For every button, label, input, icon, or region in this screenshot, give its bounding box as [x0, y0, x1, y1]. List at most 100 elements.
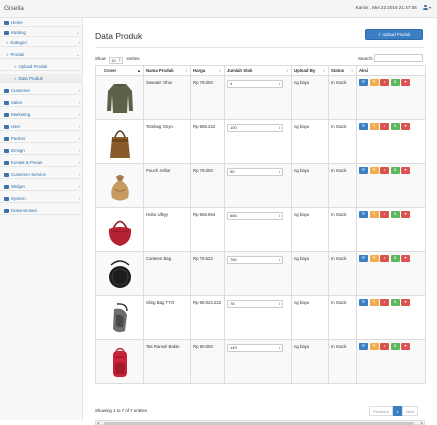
favorite-button[interactable]: ♥: [401, 211, 410, 218]
stock-input[interactable]: 149: [227, 344, 283, 352]
edit-button[interactable]: ✎: [369, 299, 379, 306]
brand-logo[interactable]: Gisella: [4, 5, 24, 12]
sidebar-item-partner[interactable]: Partner ‹: [0, 134, 83, 143]
favorite-button[interactable]: ♥: [401, 167, 410, 174]
delete-button[interactable]: ▪: [380, 79, 389, 86]
menu-icon: [4, 160, 9, 165]
sidebar-item-widget[interactable]: Widget ‹: [0, 182, 83, 191]
status-cell: In Stock: [328, 295, 357, 340]
favorite-button[interactable]: ♥: [401, 299, 410, 306]
refresh-button[interactable]: ⟳: [359, 167, 368, 174]
edit-button[interactable]: ✎: [369, 123, 379, 130]
sidebar-item-user[interactable]: User ‹: [0, 122, 83, 131]
col-label: Nama Produk: [146, 68, 174, 73]
menu-icon: [4, 112, 9, 117]
col-label: Status: [331, 68, 345, 73]
sidebar-item-label: Kontak & Pesan: [11, 160, 43, 165]
edit-button[interactable]: ✎: [369, 343, 379, 350]
sidebar-item-design[interactable]: Design ‹: [0, 146, 83, 155]
cover-cell: [95, 207, 144, 252]
entries-select[interactable]: 10: [109, 56, 124, 64]
refresh-button[interactable]: ⟳: [359, 299, 368, 306]
col-header-stock[interactable]: Jumlah Stok ⇕: [224, 65, 292, 76]
table-info: Showing 1 to 7 of 7 entries: [95, 408, 147, 413]
stock-cell: 78: [224, 295, 292, 340]
refresh-button[interactable]: ⟳: [359, 255, 368, 262]
stock-input[interactable]: 780: [227, 256, 283, 264]
horizontal-scrollbar[interactable]: ◂ ▸: [95, 420, 425, 425]
price-button[interactable]: $: [390, 167, 400, 174]
edit-button[interactable]: ✎: [369, 255, 379, 262]
sidebar-item-label: Customer Service: [11, 172, 46, 177]
price-button[interactable]: $: [390, 79, 400, 86]
col-header-cover[interactable]: Cover ▲: [95, 65, 144, 76]
edit-button[interactable]: ✎: [369, 79, 379, 86]
sidebar-item-katalog[interactable]: Katalog ⌄: [0, 28, 83, 37]
delete-button[interactable]: ▪: [380, 343, 389, 350]
delete-button[interactable]: ▪: [380, 123, 389, 130]
scroll-left-icon[interactable]: ◂: [97, 420, 99, 425]
price-button[interactable]: $: [390, 299, 400, 306]
sidebar-item-marketing[interactable]: Marketing ‹: [0, 110, 83, 119]
cover-cell: [95, 163, 144, 208]
top-navbar: Gisella Kamis , Mei 23 2019 21:47:06 ▾: [0, 0, 437, 18]
menu-icon: [4, 208, 9, 213]
favorite-button[interactable]: ♥: [401, 343, 410, 350]
col-header-upload-by[interactable]: Upload By ⇕: [291, 65, 329, 76]
sidebar-item-kategori[interactable]: » Kategori ‹: [0, 38, 83, 47]
favorite-button[interactable]: ♥: [401, 79, 410, 86]
upload-product-button[interactable]: ⇪ Upload Produk: [365, 29, 423, 40]
stock-input[interactable]: 666: [227, 212, 283, 220]
delete-button[interactable]: ▪: [380, 299, 389, 306]
scrollbar-thumb[interactable]: [104, 421, 414, 425]
actions-cell: ⟳ ✎ ▪ $ ♥: [356, 75, 426, 120]
product-name-cell: Sling Bag TYO: [143, 295, 191, 340]
price-button[interactable]: $: [390, 255, 400, 262]
sidebar-item-upload-produk[interactable]: » Upload Produk: [0, 62, 83, 71]
user-icon[interactable]: [423, 5, 428, 10]
favorite-button[interactable]: ♥: [401, 123, 410, 130]
refresh-button[interactable]: ⟳: [359, 211, 368, 218]
refresh-button[interactable]: ⟳: [359, 343, 368, 350]
sidebar-item-sales[interactable]: Sales ‹: [0, 98, 83, 107]
delete-button[interactable]: ▪: [380, 255, 389, 262]
scroll-right-icon[interactable]: ▸: [421, 420, 423, 425]
edit-button[interactable]: ✎: [369, 167, 379, 174]
edit-button[interactable]: ✎: [369, 211, 379, 218]
sidebar-item-produk[interactable]: » Produk ⌄: [0, 50, 83, 59]
price-button[interactable]: $: [390, 343, 400, 350]
sidebar-item-dokumentasi[interactable]: Dokumentasi: [0, 206, 83, 215]
sidebar-item-data-produk[interactable]: » Data Produk: [0, 74, 83, 83]
price-button[interactable]: $: [390, 211, 400, 218]
search-input[interactable]: [374, 54, 423, 62]
col-header-status[interactable]: Status ⇕: [328, 65, 357, 76]
stock-input[interactable]: 4: [227, 80, 283, 88]
status-cell: In Stock: [328, 207, 357, 252]
favorite-button[interactable]: ♥: [401, 255, 410, 262]
sidebar-item-customer[interactable]: Customer ‹: [0, 86, 83, 95]
prev-page-button[interactable]: Previous: [369, 406, 393, 416]
stock-input[interactable]: 90: [227, 168, 283, 176]
delete-button[interactable]: ▪: [380, 211, 389, 218]
sidebar-item-home[interactable]: Home: [0, 18, 83, 27]
chevron-icon: ‹: [78, 112, 81, 117]
products-table: Cover ▲ Nama Produk ⇕ Harga ⇕ Jumlah Stok ⇕ …: [95, 65, 426, 384]
sidebar-item-label: Produk: [10, 52, 25, 57]
chevron-down-icon[interactable]: ▾: [429, 5, 431, 10]
sidebar-item-system[interactable]: System ‹: [0, 194, 83, 203]
next-page-button[interactable]: Next: [402, 406, 418, 416]
col-header-price[interactable]: Harga ⇕: [190, 65, 225, 76]
sidebar-item-customer-service[interactable]: Customer Service ‹: [0, 170, 83, 179]
col-header-name[interactable]: Nama Produk ⇕: [143, 65, 191, 76]
upload-by-cell: ng bayu: [291, 295, 329, 340]
stock-input[interactable]: 78: [227, 300, 283, 308]
price-button[interactable]: $: [390, 123, 400, 130]
sidebar-item-label: Dokumentasi: [11, 208, 37, 213]
refresh-button[interactable]: ⟳: [359, 79, 368, 86]
delete-button[interactable]: ▪: [380, 167, 389, 174]
page-1-button[interactable]: 1: [393, 406, 402, 416]
refresh-button[interactable]: ⟳: [359, 123, 368, 130]
page-title: Data Produk: [95, 31, 143, 41]
sidebar-item-kontak-pesan[interactable]: Kontak & Pesan ‹: [0, 158, 83, 167]
stock-input[interactable]: 100: [227, 124, 283, 132]
